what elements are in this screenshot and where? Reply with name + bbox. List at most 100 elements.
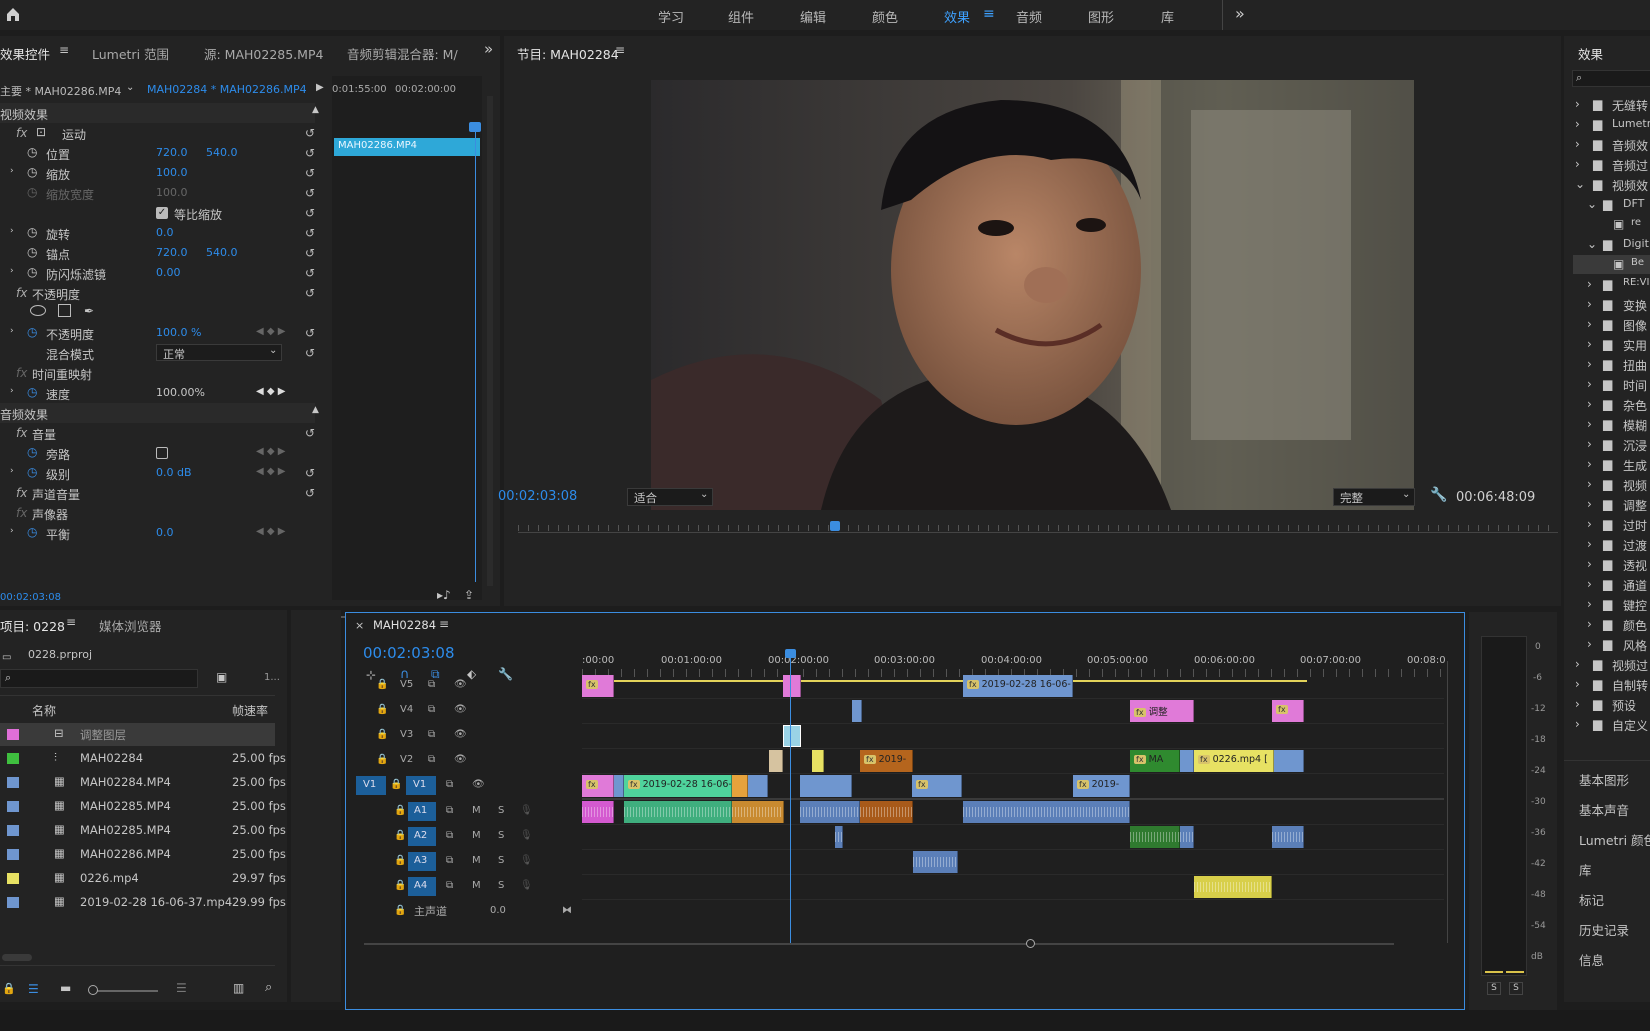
track-header-a1[interactable]: 🔒 A1 ⧉ M S 🎙	[346, 800, 586, 823]
scrub-playhead[interactable]	[830, 521, 840, 531]
lock-icon[interactable]: 🔒	[394, 830, 406, 841]
workspace-edit[interactable]: 编辑	[800, 7, 826, 26]
sync-lock-icon[interactable]: ⧉	[428, 754, 435, 765]
tab-effect-controls[interactable]: 效果控件	[0, 44, 50, 63]
ec-clip-bar[interactable]: MAH02286.MP4	[334, 138, 480, 156]
audio-clip[interactable]	[732, 801, 784, 823]
more-workspaces-icon[interactable]: »	[1235, 4, 1245, 23]
effect-folder[interactable]: › ▆ 音频效	[1573, 135, 1650, 154]
timeline-clip[interactable]: fx 0226.mp4 [	[1194, 750, 1274, 772]
program-scrub-bar[interactable]	[518, 521, 1558, 535]
blend-mode-select[interactable]: 正常 ⌄	[156, 344, 282, 361]
stopwatch-icon[interactable]: ◷	[27, 145, 37, 159]
timeline-clip[interactable]: fx 2019-02-28 16-06-	[624, 775, 732, 797]
fx-icon[interactable]: fx	[16, 426, 27, 440]
eye-icon[interactable]: 👁	[454, 729, 467, 740]
anchor-x-value[interactable]: 720.0	[156, 246, 188, 259]
source-patch-v1[interactable]: V1	[356, 776, 386, 795]
master-value[interactable]: 0.0	[490, 905, 506, 916]
lock-icon[interactable]: 🔒	[390, 779, 402, 790]
color-label[interactable]	[7, 753, 19, 764]
tab-audio-clip-mixer[interactable]: 音频剪辑混合器: M/	[347, 44, 459, 63]
lock-icon[interactable]: 🔒	[376, 679, 388, 690]
effect-folder[interactable]: › ▆ 过时	[1573, 515, 1650, 534]
list-item[interactable]: ▦ 2019-02-28 16-06-37.mp4 29.99 fps	[0, 891, 286, 914]
timeline-clip[interactable]	[1274, 750, 1304, 772]
fx-icon[interactable]: fx	[16, 286, 27, 300]
position-x-value[interactable]: 720.0	[156, 146, 188, 159]
ec-mini-timeline[interactable]: 0:01:55:00 00:02:00:00 MAH02286.MP4	[332, 76, 482, 618]
opacity-row[interactable]: › ◷ 不透明度 100.0 % ◀ ◆ ▶ ↺	[0, 323, 315, 343]
timeline-hscroll[interactable]	[364, 943, 1394, 945]
lock-icon[interactable]: 🔒	[376, 729, 388, 740]
project-search-input[interactable]: ⌕	[0, 669, 198, 688]
collapse-icon[interactable]: ▲	[312, 405, 319, 415]
ec-playhead[interactable]	[475, 122, 476, 582]
col-fps-header[interactable]: 帧速率	[232, 702, 268, 719]
reset-icon[interactable]: ↺	[305, 206, 315, 220]
reset-icon[interactable]: ↺	[305, 166, 315, 180]
timeline-playhead-handle[interactable]	[785, 649, 796, 658]
audio-clip[interactable]	[963, 801, 1130, 823]
effect-folder[interactable]: › ▆ 扭曲	[1573, 355, 1650, 374]
timeline-clip[interactable]: fx	[912, 775, 962, 797]
panel-menu-icon[interactable]: ≡	[66, 615, 76, 629]
scale-value[interactable]: 100.0	[156, 166, 188, 179]
timeline-playhead[interactable]	[790, 654, 791, 944]
list-item[interactable]: ▦ MAH02285.MP4 25.00 fps	[0, 795, 286, 818]
panel-essential-graphics[interactable]: 基本图形	[1579, 770, 1629, 789]
sync-lock-icon[interactable]: ⧉	[446, 805, 453, 816]
eye-icon[interactable]: 👁	[454, 754, 467, 765]
position-row[interactable]: ◷ 位置 720.0 540.0 ↺	[0, 143, 315, 163]
level-row[interactable]: › ◷ 级别 0.0 dB ◀ ◆ ▶ ↺	[0, 463, 315, 483]
mute-icon[interactable]: M	[472, 805, 481, 816]
timeline-clip[interactable]	[1180, 750, 1194, 772]
bypass-row[interactable]: ◷ 旁路 ◀ ◆ ▶	[0, 443, 315, 463]
effect-folder[interactable]: › ▆ 视频	[1573, 475, 1650, 494]
zoom-slider-handle[interactable]	[88, 985, 98, 995]
effects-search-input[interactable]: ⌕	[1572, 70, 1650, 87]
color-label[interactable]	[7, 873, 19, 884]
color-label[interactable]	[7, 777, 19, 788]
effect-folder[interactable]: › ▆ 键控	[1573, 595, 1650, 614]
panel-lumetri-color[interactable]: Lumetri 颜色	[1579, 830, 1650, 849]
blend-mode-row[interactable]: 混合模式 正常 ⌄ ↺	[0, 343, 315, 363]
workspace-menu-icon[interactable]: ≡	[983, 6, 995, 22]
effect-folder[interactable]: › ▆ 通道	[1573, 575, 1650, 594]
solo-icon[interactable]: S	[498, 805, 504, 816]
fx-icon[interactable]: fx	[16, 366, 27, 380]
export-icon[interactable]: ⇪	[464, 588, 474, 602]
balance-value[interactable]: 0.0	[156, 526, 174, 539]
mic-icon[interactable]: 🎙	[520, 855, 533, 866]
sync-lock-icon[interactable]: ⧉	[428, 679, 435, 690]
effect-folder[interactable]: › ▆ 预设	[1573, 695, 1650, 714]
home-icon[interactable]	[5, 6, 21, 22]
audio-clip[interactable]	[624, 801, 732, 823]
timeline-clip[interactable]	[800, 775, 852, 797]
timeline-clip[interactable]: fx 2019-	[860, 750, 913, 772]
timeline-clip[interactable]	[783, 725, 801, 747]
effect-folder[interactable]: › ▆ 颜色	[1573, 615, 1650, 634]
panner-group[interactable]: fx 声像器	[0, 503, 315, 523]
tab-effects[interactable]: 效果	[1578, 44, 1603, 63]
tab-project[interactable]: 项目: 0228	[0, 616, 65, 635]
mute-icon[interactable]: M	[472, 830, 481, 841]
track-header-a3[interactable]: 🔒 A3 ⧉ M S 🎙	[346, 850, 586, 873]
wrench-icon[interactable]: 🔧	[1430, 487, 1447, 503]
timeline-hscroll-handle[interactable]	[1026, 939, 1035, 948]
workspace-color[interactable]: 颜色	[872, 7, 898, 26]
keyframe-nav-icon[interactable]: ◀ ◆ ▶	[256, 466, 285, 477]
list-item[interactable]: ▦ MAH02286.MP4 25.00 fps	[0, 843, 286, 866]
track-header-v2[interactable]: 🔒 V2 ⧉ 👁	[346, 749, 586, 772]
color-label[interactable]	[7, 801, 19, 812]
effect-folder[interactable]: › ▆ 音频过	[1573, 155, 1650, 174]
effect-folder[interactable]: › ▆ 时间	[1573, 375, 1650, 394]
effect-folder[interactable]: › ▆ 实用	[1573, 335, 1650, 354]
solo-icon[interactable]: S	[498, 880, 504, 891]
tab-source[interactable]: 源: MAH02285.MP4	[204, 44, 323, 63]
expand-icon[interactable]: ›	[10, 266, 14, 276]
keyframe-nav-icon[interactable]: ◀ ◆ ▶	[256, 326, 285, 337]
panel-menu-icon[interactable]: ≡	[615, 43, 625, 57]
project-hscroll[interactable]	[2, 954, 32, 961]
solo-left-button[interactable]: S	[1487, 982, 1501, 995]
